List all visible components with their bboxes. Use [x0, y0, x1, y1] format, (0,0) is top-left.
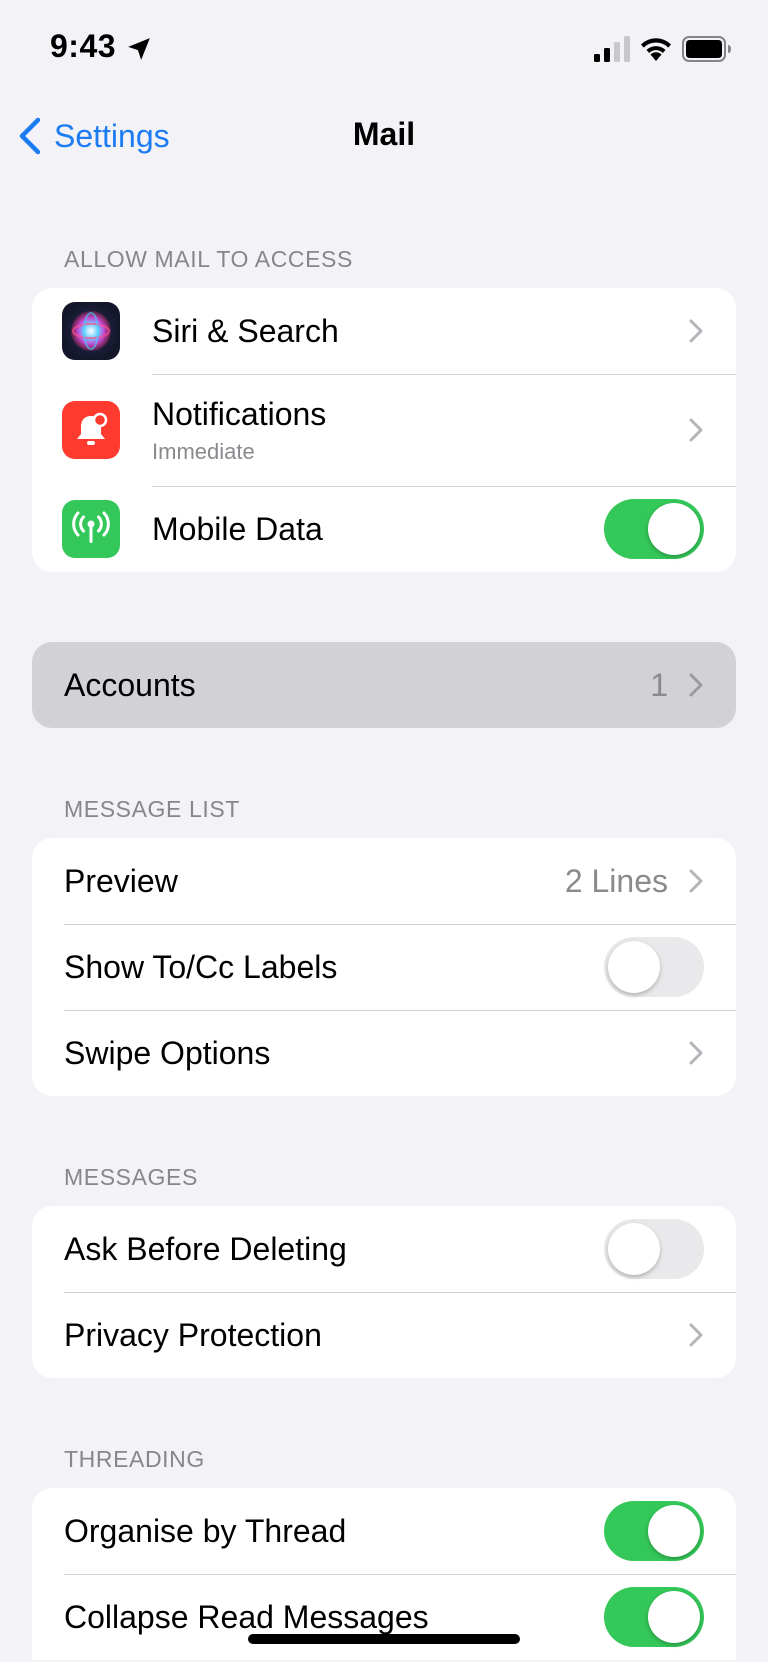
navigation-bar: Settings Mail	[0, 100, 768, 172]
chevron-right-icon	[689, 673, 703, 697]
section-header-messages: MESSAGES	[64, 1164, 198, 1190]
organise-by-thread-label: Organise by Thread	[64, 1512, 347, 1549]
chevron-right-icon	[689, 1323, 703, 1347]
cellular-signal-icon	[594, 36, 630, 62]
siri-icon	[62, 302, 120, 360]
home-indicator[interactable]	[248, 1634, 520, 1644]
bell-badge-icon	[62, 401, 120, 459]
mobile-data-label: Mobile Data	[152, 510, 323, 547]
wifi-icon	[641, 38, 671, 61]
chevron-right-icon	[689, 418, 703, 442]
notifications-row[interactable]: Notifications Immediate	[32, 374, 736, 486]
swipe-options-row[interactable]: Swipe Options	[32, 1010, 736, 1096]
collapse-read-messages-label: Collapse Read Messages	[64, 1598, 429, 1635]
accounts-group: Accounts 1	[32, 642, 736, 728]
preview-label: Preview	[64, 862, 178, 899]
preview-value: 2 Lines	[564, 862, 668, 899]
antenna-icon	[62, 500, 120, 558]
collapse-read-messages-toggle[interactable]	[604, 1587, 704, 1647]
messages-group: Ask Before Deleting Privacy Protection	[32, 1206, 736, 1378]
show-tocc-row: Show To/Cc Labels	[32, 924, 736, 1010]
section-header-allow-access: ALLOW MAIL TO ACCESS	[64, 246, 353, 272]
swipe-options-label: Swipe Options	[64, 1034, 271, 1071]
show-tocc-label: Show To/Cc Labels	[64, 948, 338, 985]
siri-search-label: Siri & Search	[152, 312, 339, 349]
show-tocc-toggle[interactable]	[604, 937, 704, 997]
privacy-protection-row[interactable]: Privacy Protection	[32, 1292, 736, 1378]
page-title: Mail	[352, 116, 416, 152]
organise-by-thread-toggle[interactable]	[604, 1501, 704, 1561]
accounts-count: 1	[650, 666, 668, 703]
notifications-label: Notifications	[152, 395, 327, 432]
organise-by-thread-row: Organise by Thread	[32, 1488, 736, 1574]
battery-icon	[682, 36, 731, 62]
siri-orb-icon	[71, 311, 111, 351]
section-header-message-list: MESSAGE LIST	[64, 796, 240, 822]
notifications-sublabel: Immediate	[152, 438, 255, 464]
accounts-row[interactable]: Accounts 1	[32, 642, 736, 728]
status-bar: 9:43	[0, 0, 768, 100]
section-header-threading: THREADING	[64, 1446, 205, 1472]
siri-search-row[interactable]: Siri & Search	[32, 288, 736, 374]
mobile-data-row: Mobile Data	[32, 486, 736, 572]
preview-row[interactable]: Preview 2 Lines	[32, 838, 736, 924]
privacy-protection-label: Privacy Protection	[64, 1316, 322, 1353]
collapse-read-messages-row: Collapse Read Messages	[32, 1574, 736, 1660]
chevron-right-icon	[689, 319, 703, 343]
antenna-waves-icon	[72, 511, 110, 543]
mobile-data-toggle[interactable]	[604, 499, 704, 559]
location-arrow-icon	[128, 38, 150, 60]
message-list-group: Preview 2 Lines Show To/Cc Labels Swipe …	[32, 838, 736, 1096]
status-time: 9:43	[50, 28, 117, 64]
ask-before-deleting-row: Ask Before Deleting	[32, 1206, 736, 1292]
ask-before-deleting-toggle[interactable]	[604, 1219, 704, 1279]
allow-access-group: Siri & Search Notifications Immediate Mo…	[32, 288, 736, 572]
chevron-right-icon	[689, 1041, 703, 1065]
accounts-label: Accounts	[64, 666, 196, 703]
bell-icon	[77, 412, 108, 445]
chevron-right-icon	[689, 869, 703, 893]
mail-settings-screen: 9:43 Settings Mail ALLOW MAIL TO ACCESS …	[0, 0, 768, 1662]
ask-before-deleting-label: Ask Before Deleting	[64, 1230, 347, 1267]
